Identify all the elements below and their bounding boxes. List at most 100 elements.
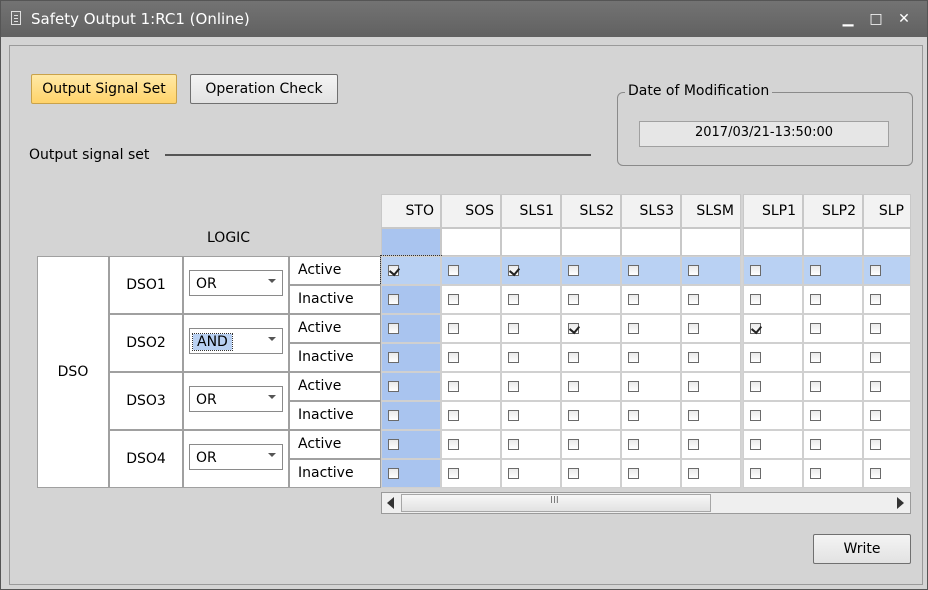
checkbox-sto-dso4-active[interactable]: [388, 439, 399, 450]
checkbox-sls3-dso4-active[interactable]: [628, 439, 639, 450]
output-signal-set-button[interactable]: Output Signal Set: [31, 74, 177, 104]
checkbox-slp2-dso1-inactive[interactable]: [810, 294, 821, 305]
checkbox-slsm-dso1-inactive[interactable]: [688, 294, 699, 305]
checkbox-slp-dso4-active[interactable]: [870, 439, 881, 450]
chevron-down-icon[interactable]: [268, 279, 276, 283]
checkbox-sls2-dso1-active[interactable]: [568, 265, 579, 276]
logic-select-dso3[interactable]: OR: [189, 386, 283, 412]
checkbox-sls2-dso3-inactive[interactable]: [568, 410, 579, 421]
checkbox-slp2-dso2-active[interactable]: [810, 323, 821, 334]
checkbox-slp2-dso4-inactive[interactable]: [810, 468, 821, 479]
checkbox-sls1-dso1-inactive[interactable]: [508, 294, 519, 305]
operation-check-button[interactable]: Operation Check: [190, 74, 338, 104]
check-cell: [441, 372, 501, 401]
write-button[interactable]: Write: [813, 534, 911, 564]
checkbox-slp1-dso3-inactive[interactable]: [750, 410, 761, 421]
minimize-icon[interactable]: ▁: [837, 8, 859, 30]
title-bar[interactable]: Safety Output 1:RC1 (Online) ▁ □ ✕: [1, 1, 927, 37]
checkbox-slp-dso2-inactive[interactable]: [870, 352, 881, 363]
checkbox-sto-dso3-inactive[interactable]: [388, 410, 399, 421]
checkbox-sls3-dso2-active[interactable]: [628, 323, 639, 334]
checkbox-sls1-dso3-inactive[interactable]: [508, 410, 519, 421]
checkbox-sos-dso4-active[interactable]: [448, 439, 459, 450]
section-divider: [165, 154, 591, 156]
checkbox-sls2-dso1-inactive[interactable]: [568, 294, 579, 305]
checkbox-sls1-dso1-active[interactable]: [508, 265, 519, 276]
checkbox-slp1-dso2-active[interactable]: [750, 323, 761, 334]
checkbox-sto-dso2-active[interactable]: [388, 323, 399, 334]
checkbox-sto-dso1-inactive[interactable]: [388, 294, 399, 305]
logic-select-dso2[interactable]: AND: [189, 328, 283, 354]
checkbox-sos-dso1-inactive[interactable]: [448, 294, 459, 305]
check-cell: [681, 343, 741, 372]
checkbox-slp2-dso4-active[interactable]: [810, 439, 821, 450]
checkbox-sls1-dso2-active[interactable]: [508, 323, 519, 334]
checkbox-slp1-dso1-inactive[interactable]: [750, 294, 761, 305]
checkbox-slp2-dso3-active[interactable]: [810, 381, 821, 392]
checkbox-slp1-dso3-active[interactable]: [750, 381, 761, 392]
checkbox-sos-dso1-active[interactable]: [448, 265, 459, 276]
checkbox-sls1-dso2-inactive[interactable]: [508, 352, 519, 363]
checkbox-sos-dso3-inactive[interactable]: [448, 410, 459, 421]
state-label-inactive: Inactive: [289, 459, 381, 488]
checkbox-sls2-dso4-active[interactable]: [568, 439, 579, 450]
logic-select-dso1[interactable]: OR: [189, 270, 283, 296]
checkbox-sls3-dso2-inactive[interactable]: [628, 352, 639, 363]
checkbox-slp1-dso2-inactive[interactable]: [750, 352, 761, 363]
checkbox-sto-dso1-active[interactable]: [388, 265, 399, 276]
checkbox-slp2-dso3-inactive[interactable]: [810, 410, 821, 421]
scroll-left-icon[interactable]: [387, 497, 394, 509]
checkbox-sto-dso2-inactive[interactable]: [388, 352, 399, 363]
checkbox-slp-dso2-active[interactable]: [870, 323, 881, 334]
checkbox-slsm-dso3-inactive[interactable]: [688, 410, 699, 421]
checkbox-slsm-dso2-active[interactable]: [688, 323, 699, 334]
scroll-right-icon[interactable]: [897, 497, 904, 509]
checkbox-slsm-dso2-inactive[interactable]: [688, 352, 699, 363]
checkbox-slp-dso1-inactive[interactable]: [870, 294, 881, 305]
checkbox-sls2-dso2-active[interactable]: [568, 323, 579, 334]
checkbox-slsm-dso4-active[interactable]: [688, 439, 699, 450]
checkbox-sls2-dso4-inactive[interactable]: [568, 468, 579, 479]
checkbox-slp-dso1-active[interactable]: [870, 265, 881, 276]
checkbox-sls3-dso3-inactive[interactable]: [628, 410, 639, 421]
column-header-sto: STO: [381, 194, 441, 228]
check-cell: [803, 314, 863, 343]
checkbox-slp-dso4-inactive[interactable]: [870, 468, 881, 479]
checkbox-sls3-dso4-inactive[interactable]: [628, 468, 639, 479]
check-cell: [501, 372, 561, 401]
checkbox-sls2-dso3-active[interactable]: [568, 381, 579, 392]
checkbox-slp-dso3-inactive[interactable]: [870, 410, 881, 421]
checkbox-sto-dso3-active[interactable]: [388, 381, 399, 392]
check-cell: [803, 430, 863, 459]
logic-value: OR: [196, 392, 217, 408]
checkbox-slp2-dso2-inactive[interactable]: [810, 352, 821, 363]
checkbox-sls3-dso3-active[interactable]: [628, 381, 639, 392]
column-header-sls3: SLS3: [621, 194, 681, 228]
checkbox-sos-dso3-active[interactable]: [448, 381, 459, 392]
chevron-down-icon[interactable]: [268, 337, 276, 341]
checkbox-sls3-dso1-inactive[interactable]: [628, 294, 639, 305]
checkbox-slsm-dso3-active[interactable]: [688, 381, 699, 392]
checkbox-sto-dso4-inactive[interactable]: [388, 468, 399, 479]
checkbox-sos-dso2-active[interactable]: [448, 323, 459, 334]
checkbox-sls1-dso3-active[interactable]: [508, 381, 519, 392]
checkbox-slp1-dso4-active[interactable]: [750, 439, 761, 450]
checkbox-slsm-dso1-active[interactable]: [688, 265, 699, 276]
checkbox-slp-dso3-active[interactable]: [870, 381, 881, 392]
checkbox-slp1-dso1-active[interactable]: [750, 265, 761, 276]
checkbox-sos-dso2-inactive[interactable]: [448, 352, 459, 363]
checkbox-sos-dso4-inactive[interactable]: [448, 468, 459, 479]
close-icon[interactable]: ✕: [893, 8, 915, 30]
check-cell: [681, 430, 741, 459]
checkbox-sls3-dso1-active[interactable]: [628, 265, 639, 276]
chevron-down-icon[interactable]: [268, 453, 276, 457]
checkbox-sls2-dso2-inactive[interactable]: [568, 352, 579, 363]
maximize-icon[interactable]: □: [865, 8, 887, 30]
chevron-down-icon[interactable]: [268, 395, 276, 399]
checkbox-slsm-dso4-inactive[interactable]: [688, 468, 699, 479]
checkbox-sls1-dso4-active[interactable]: [508, 439, 519, 450]
checkbox-slp1-dso4-inactive[interactable]: [750, 468, 761, 479]
checkbox-sls1-dso4-inactive[interactable]: [508, 468, 519, 479]
logic-select-dso4[interactable]: OR: [189, 444, 283, 470]
checkbox-slp2-dso1-active[interactable]: [810, 265, 821, 276]
